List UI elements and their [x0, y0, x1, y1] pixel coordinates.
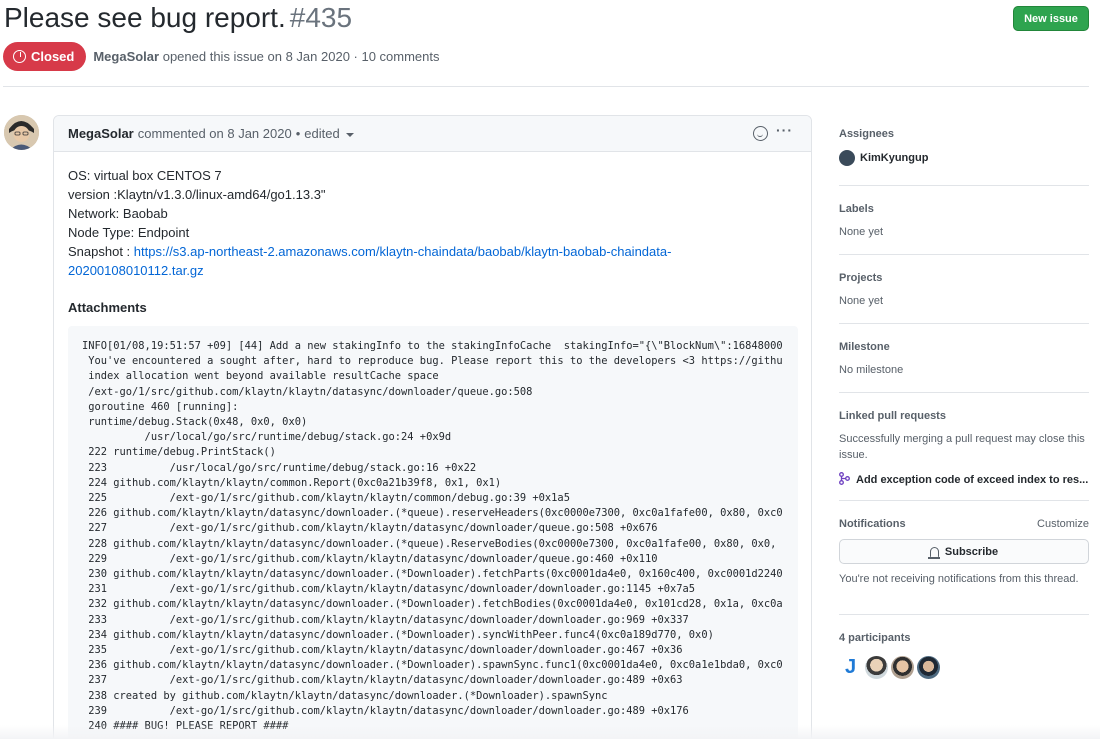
linked-pr-link[interactable]: Add exception code of exceed index to re… [839, 472, 1089, 488]
notifications-section: Notifications Customize Subscribe You're… [839, 501, 1089, 615]
new-issue-button[interactable]: New issue [1013, 6, 1089, 31]
issue-closed-icon [13, 50, 26, 63]
participant-avatar[interactable] [891, 656, 914, 679]
assignees-title[interactable]: Assignees [839, 126, 1089, 142]
edited-label: edited [304, 126, 340, 141]
subscribe-button[interactable]: Subscribe [839, 539, 1089, 564]
participants-section: 4 participants J [839, 615, 1089, 695]
comment-line: version :Klaytn/v1.3.0/linux-amd64/go1.1… [68, 187, 326, 202]
snapshot-line-cont: 20200108010112.tar.gz [68, 261, 797, 280]
projects-title[interactable]: Projects [839, 270, 1089, 286]
labels-title[interactable]: Labels [839, 201, 1089, 217]
kebab-menu-icon[interactable]: ··· [776, 123, 794, 140]
add-reaction-icon[interactable] [753, 126, 768, 141]
header-divider [3, 86, 1089, 87]
status-badge: Closed [3, 42, 87, 71]
bell-icon [927, 546, 940, 559]
linked-prs-desc: Successfully merging a pull request may … [839, 433, 1085, 461]
snapshot-line: Snapshot : https://s3.ap-northeast-2.ama… [68, 242, 797, 261]
subscribe-label: Subscribe [944, 545, 999, 558]
projects-value: None yet [839, 295, 884, 307]
participant-avatar[interactable] [917, 656, 940, 679]
issue-meta: Closed MegaSolar opened this issue on 8 … [3, 42, 440, 71]
milestone-value: No milestone [839, 364, 904, 376]
projects-section: Projects None yet [839, 255, 1089, 324]
attachments-heading: Attachments [68, 300, 147, 315]
assignee-name: KimKyungup [860, 152, 929, 164]
issue-meta-text: MegaSolar opened this issue on 8 Jan 202… [93, 49, 439, 64]
issue-author-link[interactable]: MegaSolar [93, 49, 159, 64]
comment-action: commented on 8 Jan 2020 [137, 126, 292, 141]
snapshot-link-cont[interactable]: 20200108010112.tar.gz [68, 263, 204, 278]
comment-author[interactable]: MegaSolar [68, 126, 134, 141]
milestone-title[interactable]: Milestone [839, 339, 1089, 355]
notifications-title: Notifications Customize [839, 516, 1089, 532]
snapshot-link[interactable]: https://s3.ap-northeast-2.amazonaws.com/… [134, 244, 672, 259]
labels-value: None yet [839, 226, 884, 238]
linked-prs-section: Linked pull requests Successfully mergin… [839, 393, 1089, 501]
issue-title-text: Please see bug report. [4, 2, 286, 33]
avatar[interactable] [4, 115, 39, 150]
labels-section: Labels None yet [839, 186, 1089, 255]
notifications-desc: You're not receiving notifications from … [839, 573, 1079, 585]
assignee-item[interactable]: KimKyungup [839, 150, 1089, 166]
pull-request-icon [839, 472, 851, 488]
comment-line: OS: virtual box CENTOS 7 [68, 168, 222, 183]
sidebar: Assignees KimKyungup Labels None yet Pro… [839, 126, 1089, 695]
bottom-fade [0, 725, 1100, 739]
assignee-avatar [839, 150, 855, 166]
participant-avatar[interactable] [865, 656, 888, 679]
comment-box: MegaSolar commented on 8 Jan 2020 • edit… [53, 115, 812, 739]
comment-line: Node Type: Endpoint [68, 225, 190, 240]
edited-dropdown[interactable]: edited [304, 126, 354, 141]
participant-avatar[interactable]: J [839, 656, 862, 679]
status-badge-label: Closed [31, 49, 75, 64]
dot-separator: • [295, 126, 301, 141]
code-content: INFO[01/08,19:51:57 +09] [44] Add a new … [82, 340, 783, 732]
issue-number: #435 [289, 2, 353, 33]
linked-pr-title: Add exception code of exceed index to re… [856, 474, 1089, 486]
issue-meta-suffix: opened this issue on 8 Jan 2020 · 10 com… [162, 49, 440, 64]
issue-title: Please see bug report. #435 [4, 0, 352, 36]
assignees-section: Assignees KimKyungup [839, 126, 1089, 186]
code-block: INFO[01/08,19:51:57 +09] [44] Add a new … [68, 326, 798, 739]
customize-link[interactable]: Customize [1037, 516, 1089, 532]
comment-line: Network: Baobab [68, 206, 168, 221]
snapshot-label: Snapshot : [68, 244, 134, 259]
linked-prs-title[interactable]: Linked pull requests [839, 408, 1089, 424]
milestone-section: Milestone No milestone [839, 324, 1089, 393]
participants-list: J [839, 656, 1089, 679]
participants-title: 4 participants [839, 632, 911, 644]
comment-header: MegaSolar commented on 8 Jan 2020 • edit… [54, 116, 811, 152]
chevron-down-icon [345, 132, 354, 137]
comment-body: OS: virtual box CENTOS 7 version :Klaytn… [54, 152, 811, 317]
issue-header: Please see bug report. #435 New issue [4, 0, 1100, 40]
